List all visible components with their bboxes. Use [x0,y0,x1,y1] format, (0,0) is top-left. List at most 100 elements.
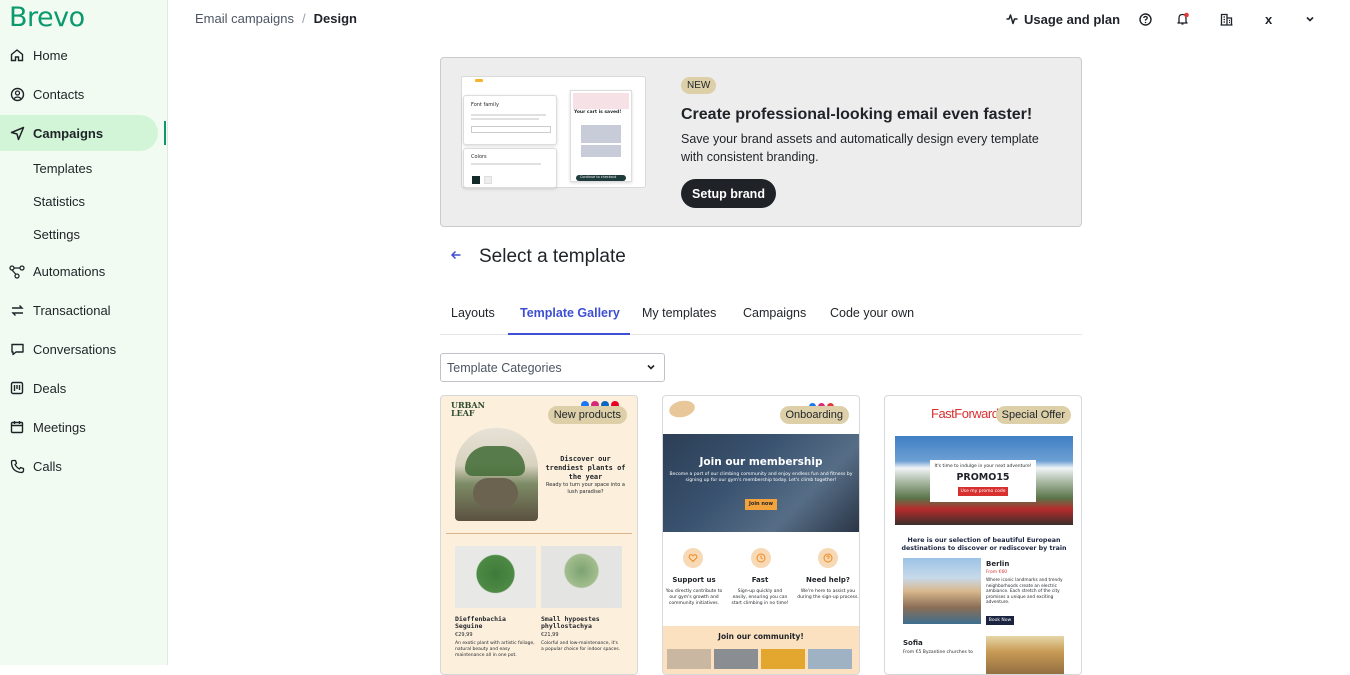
template-categories-select[interactable]: Template Categories [440,353,665,382]
product-image-dieffenbachia [455,546,536,608]
product-name: Small hypoestes phyllostachya [541,615,600,630]
calendar-icon [9,419,25,435]
breadcrumb-separator: / [302,11,306,26]
template-card-special-offer[interactable]: Special Offer FastForward It's time to i… [884,395,1082,675]
breadcrumb-current: Design [313,11,357,26]
deals-icon [9,380,25,396]
sidebar-item-label: Campaigns [33,125,104,141]
product-name: Dieffenbachia Seguine [455,615,506,630]
feature-title: Support us [672,576,716,584]
brand-setup-banner: Your cart is saved! Continue to checkout… [440,57,1082,227]
sidebar-item-label: Home [33,47,68,63]
breadcrumb-parent[interactable]: Email campaigns [195,11,294,26]
destination-price: From €60 [986,570,1008,575]
chat-icon [9,341,25,357]
product-price: €21,99 [541,632,559,638]
heart-icon [683,548,703,568]
brand-logo[interactable]: Brevo [9,2,85,33]
banner-description: Save your brand assets and automatically… [681,132,1039,164]
community-photos [667,649,852,669]
preview-colors-title: Colors [471,154,487,160]
template-tag: Special Offer [995,406,1071,424]
destination-city: Berlin [986,560,1010,568]
feature-text: Sign-up quickly and easily, ensuring you… [731,589,789,606]
tab-my-templates[interactable]: My templates [642,306,716,320]
brand-preview-illustration: Your cart is saved! Continue to checkout… [461,76,646,191]
help-icon[interactable] [1139,10,1152,28]
destination-price: From €5 Byzantine churches to [903,650,973,655]
urban-leaf-headline: Discover our trendiest plants of the yea… [545,455,626,481]
template-card-onboarding[interactable]: Onboarding Join our membership Become a … [662,395,860,675]
hero-title: Join our membership [699,456,823,468]
setup-brand-button[interactable]: Setup brand [681,179,776,208]
back-arrow-icon[interactable] [450,248,462,266]
template-tag: Onboarding [779,406,849,424]
sidebar-item-label: Calls [33,458,62,474]
sidebar-item-home[interactable]: Home [0,37,166,73]
send-icon [9,125,25,141]
sidebar-item-automations[interactable]: Automations [0,253,166,289]
feature-title: Fast [751,576,769,584]
sidebar-subitem-settings[interactable]: Settings [33,227,80,242]
promo-intro: It's time to indulge in your next advent… [934,464,1032,469]
active-tab-indicator [508,333,630,335]
hero-text: Become a part of our climbing community … [669,472,853,483]
tab-campaigns[interactable]: Campaigns [743,306,806,320]
template-categories-value: Template Categories [447,360,562,375]
product-description: Colorful and low-maintenance, it's a pop… [541,641,621,652]
clock-icon [751,548,771,568]
new-badge: NEW [681,77,717,94]
destination-city: Sofia [903,639,923,647]
product-price: €29,99 [455,632,473,638]
sidebar-item-deals[interactable]: Deals [0,370,166,406]
sidebar-item-transactional[interactable]: Transactional [0,292,166,328]
home-icon [9,47,25,63]
selection-title: Here is our selection of beautiful Europ… [901,537,1067,552]
question-icon [818,548,838,568]
activity-icon [1006,13,1018,25]
gym-logo [667,398,697,420]
template-tabs: Layouts Template Gallery My templates Ca… [440,300,1082,335]
account-chevron-down-icon[interactable] [1305,10,1315,28]
sidebar-item-label: Deals [33,380,67,396]
sidebar-item-contacts[interactable]: Contacts [0,76,166,112]
urban-leaf-subline: Ready to turn your space into a lush par… [546,482,625,495]
feature-text: We're here to assist you during the sign… [797,589,859,600]
preview-cart-title: Your cart is saved! [574,110,622,115]
sidebar-item-calls[interactable]: Calls [0,448,166,484]
tab-code-your-own[interactable]: Code your own [830,306,914,320]
notifications-bell-icon[interactable] [1176,10,1190,28]
destination-text: Where iconic landmarks and trendy neighb… [986,578,1063,606]
banner-title: Create professional-looking email even f… [681,106,1033,123]
organization-icon[interactable] [1220,10,1233,28]
sidebar-item-label: Transactional [33,302,111,318]
community-title: Join our community! [718,632,804,641]
sidebar-item-label: Automations [33,263,106,279]
sidebar-subitem-templates[interactable]: Templates [33,161,92,176]
sidebar-item-campaigns[interactable]: Campaigns [0,115,166,151]
promo-button: Use my promo code [958,487,1008,496]
product-description: An exotic plant with artistic foliage, n… [455,641,535,658]
template-card-new-products[interactable]: New products URBAN LEAF Discover our tre… [440,395,638,675]
sofia-image [986,636,1064,674]
hero-plant-image [455,428,538,521]
urban-leaf-logo: URBAN LEAF [451,400,485,418]
usage-and-plan-button[interactable]: Usage and plan [1006,10,1120,28]
account-initial[interactable]: x [1265,10,1272,28]
tab-layouts[interactable]: Layouts [451,306,495,320]
page-title: Select a template [479,246,626,267]
preview-cart-button: Continue to checkout [580,175,617,179]
phone-icon [9,458,25,474]
preview-font-family-title: Font family [471,102,499,108]
book-now-button: Book Now [986,616,1014,625]
sidebar-item-label: Conversations [33,341,117,357]
sidebar-item-meetings[interactable]: Meetings [0,409,166,445]
feature-text: You directly contribute to our gym's gro… [665,589,723,606]
template-tag: New products [547,406,627,424]
automations-icon [9,263,25,279]
sidebar-item-conversations[interactable]: Conversations [0,331,166,367]
promo-code: PROMO15 [956,472,1010,483]
tab-template-gallery[interactable]: Template Gallery [520,306,620,320]
sidebar-subitem-statistics[interactable]: Statistics [33,194,85,209]
sidebar: Brevo Home Contacts Campaigns Templates … [0,0,168,665]
